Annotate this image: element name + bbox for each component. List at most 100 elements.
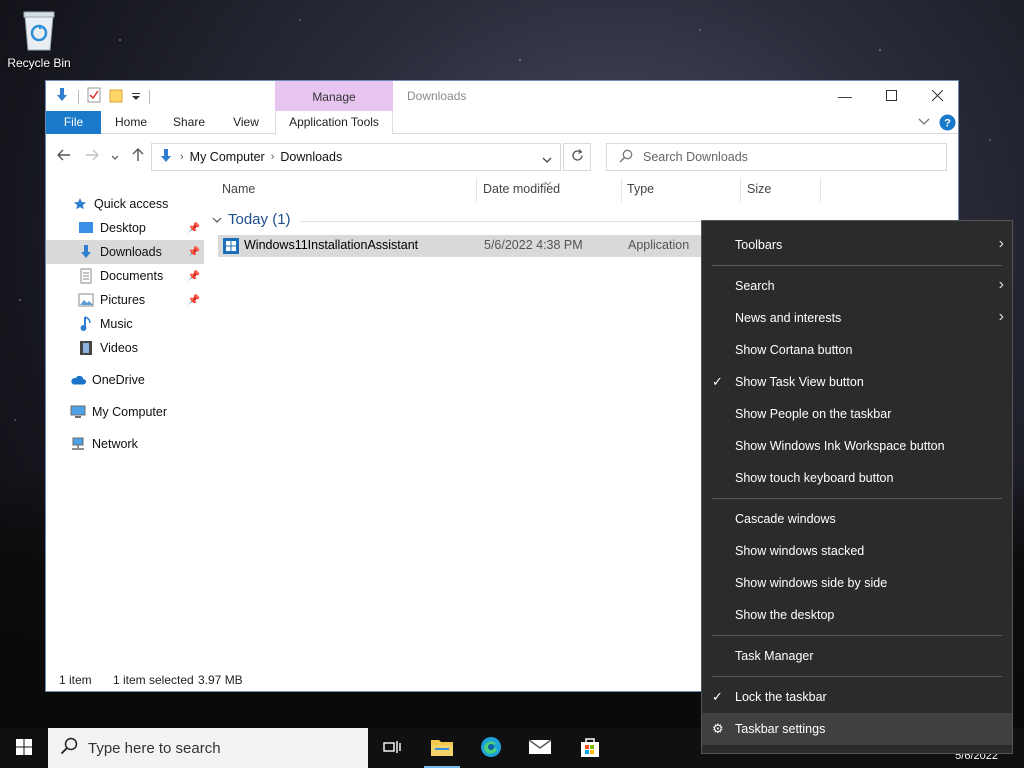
menu-item-show-cortana[interactable]: Show Cortana button: [702, 334, 1012, 366]
column-header-name[interactable]: Name: [222, 178, 255, 200]
maximize-button[interactable]: [868, 81, 914, 111]
window-title: Downloads: [407, 89, 467, 103]
recycle-bin-shortcut[interactable]: Recycle Bin: [6, 8, 72, 70]
menu-item-search[interactable]: Search ›: [702, 270, 1012, 302]
search-icon: [60, 737, 78, 759]
maximize-icon: [885, 88, 897, 104]
menu-item-lock-taskbar[interactable]: ✓ Lock the taskbar: [702, 681, 1012, 713]
minimize-icon: —: [838, 88, 852, 104]
taskbar-edge[interactable]: [467, 728, 515, 768]
menu-item-windows-side-by-side[interactable]: Show windows side by side: [702, 567, 1012, 599]
toolbar-divider: [149, 89, 150, 104]
breadcrumb-separator-icon: ›: [180, 151, 184, 163]
column-divider[interactable]: [476, 178, 477, 202]
menu-item-cascade-windows[interactable]: Cascade windows: [702, 503, 1012, 535]
close-button[interactable]: [914, 81, 960, 111]
recent-locations-button[interactable]: [108, 146, 122, 166]
taskbar-mail[interactable]: [516, 728, 564, 768]
customize-qat-dropdown-icon[interactable]: [131, 90, 141, 104]
nav-videos[interactable]: Videos: [46, 336, 204, 360]
menu-item-taskbar-settings[interactable]: ⚙ Taskbar settings: [702, 713, 1012, 745]
forward-button[interactable]: [82, 146, 102, 166]
file-explorer-icon: [430, 737, 454, 760]
nav-my-computer[interactable]: My Computer: [46, 400, 204, 424]
nav-downloads[interactable]: Downloads 📌: [46, 240, 204, 264]
edge-browser-icon: [479, 735, 503, 762]
start-button[interactable]: [0, 728, 48, 768]
breadcrumb-downloads[interactable]: Downloads: [280, 150, 342, 164]
search-box[interactable]: Search Downloads: [606, 143, 947, 171]
nav-network[interactable]: Network: [46, 432, 204, 456]
nav-label: Network: [92, 437, 138, 451]
column-header-date-modified[interactable]: Date modified: [483, 178, 560, 200]
minimize-button[interactable]: —: [822, 81, 868, 111]
nav-label: Pictures: [100, 293, 146, 307]
menu-item-show-task-view[interactable]: ✓ Show Task View button: [702, 366, 1012, 398]
up-arrow-icon: [132, 147, 144, 165]
menu-item-show-touch-keyboard[interactable]: Show touch keyboard button: [702, 462, 1012, 494]
group-header-today[interactable]: Today (1): [212, 211, 291, 228]
nav-label: Desktop: [100, 221, 146, 235]
nav-desktop[interactable]: Desktop 📌: [46, 216, 204, 240]
address-bar[interactable]: › My Computer › Downloads: [151, 143, 561, 171]
column-header-type[interactable]: Type: [627, 178, 654, 200]
breadcrumb-my-computer[interactable]: My Computer: [190, 150, 265, 164]
menu-label: Show windows side by side: [735, 576, 888, 590]
column-divider[interactable]: [740, 178, 741, 202]
back-button[interactable]: [54, 146, 74, 166]
menu-item-news-and-interests[interactable]: News and interests ›: [702, 302, 1012, 334]
column-divider[interactable]: [820, 178, 821, 202]
menu-label: Search: [735, 279, 775, 293]
documents-folder-icon: [78, 268, 94, 284]
chevron-down-icon: [212, 211, 222, 228]
tab-view[interactable]: View: [221, 111, 271, 134]
checkmark-icon: ✓: [712, 374, 723, 389]
nav-music[interactable]: Music: [46, 312, 204, 336]
windows-logo-icon: [16, 738, 32, 758]
tab-application-tools[interactable]: Application Tools: [275, 111, 393, 134]
submenu-arrow-icon: ›: [998, 308, 1004, 325]
taskbar-file-explorer[interactable]: [418, 728, 466, 768]
new-folder-icon[interactable]: [109, 87, 123, 106]
tab-share[interactable]: Share: [164, 111, 214, 134]
nav-quick-access[interactable]: Quick access: [46, 192, 204, 216]
computer-icon: [70, 404, 86, 420]
menu-separator: [712, 265, 1002, 266]
manage-contextual-tab: Manage: [275, 81, 393, 111]
task-view-button[interactable]: [368, 728, 416, 768]
nav-label: Downloads: [100, 245, 162, 259]
tab-home[interactable]: Home: [106, 111, 156, 134]
menu-item-windows-stacked[interactable]: Show windows stacked: [702, 535, 1012, 567]
menu-item-show-people[interactable]: Show People on the taskbar: [702, 398, 1012, 430]
menu-item-task-manager[interactable]: Task Manager: [702, 640, 1012, 672]
download-arrow-icon: [54, 87, 70, 106]
taskbar-store[interactable]: [566, 728, 614, 768]
expand-ribbon-icon[interactable]: [918, 116, 930, 130]
menu-item-toolbars[interactable]: Toolbars ›: [702, 229, 1012, 261]
taskbar-search-box[interactable]: Type here to search: [48, 728, 368, 768]
title-bar: Manage Downloads —: [46, 81, 958, 111]
file-type: Application: [628, 238, 690, 252]
nav-pictures[interactable]: Pictures 📌: [46, 288, 204, 312]
column-divider[interactable]: [621, 178, 622, 202]
nav-onedrive[interactable]: OneDrive: [46, 368, 204, 392]
group-label: Today (1): [228, 211, 291, 228]
column-header-size[interactable]: Size: [747, 178, 771, 200]
status-selection: 1 item selected: [113, 673, 194, 687]
status-size: 3.97 MB: [198, 673, 243, 687]
menu-item-show-desktop[interactable]: Show the desktop: [702, 599, 1012, 631]
status-item-count: 1 item: [59, 673, 92, 687]
close-icon: [931, 88, 943, 104]
menu-label: Show Cortana button: [735, 343, 853, 357]
properties-icon[interactable]: [87, 87, 101, 106]
help-icon[interactable]: ?: [939, 114, 956, 134]
navigation-pane: Quick access Desktop 📌 Downloads 📌 Docum…: [46, 178, 204, 668]
taskbar-search-placeholder: Type here to search: [88, 739, 221, 757]
menu-item-show-ink-workspace[interactable]: Show Windows Ink Workspace button: [702, 430, 1012, 462]
nav-documents[interactable]: Documents 📌: [46, 264, 204, 288]
address-dropdown-icon[interactable]: [542, 153, 552, 167]
up-button[interactable]: [128, 146, 148, 166]
tab-file[interactable]: File: [46, 111, 101, 134]
checkmark-icon: ✓: [712, 689, 723, 704]
refresh-button[interactable]: [563, 143, 591, 171]
